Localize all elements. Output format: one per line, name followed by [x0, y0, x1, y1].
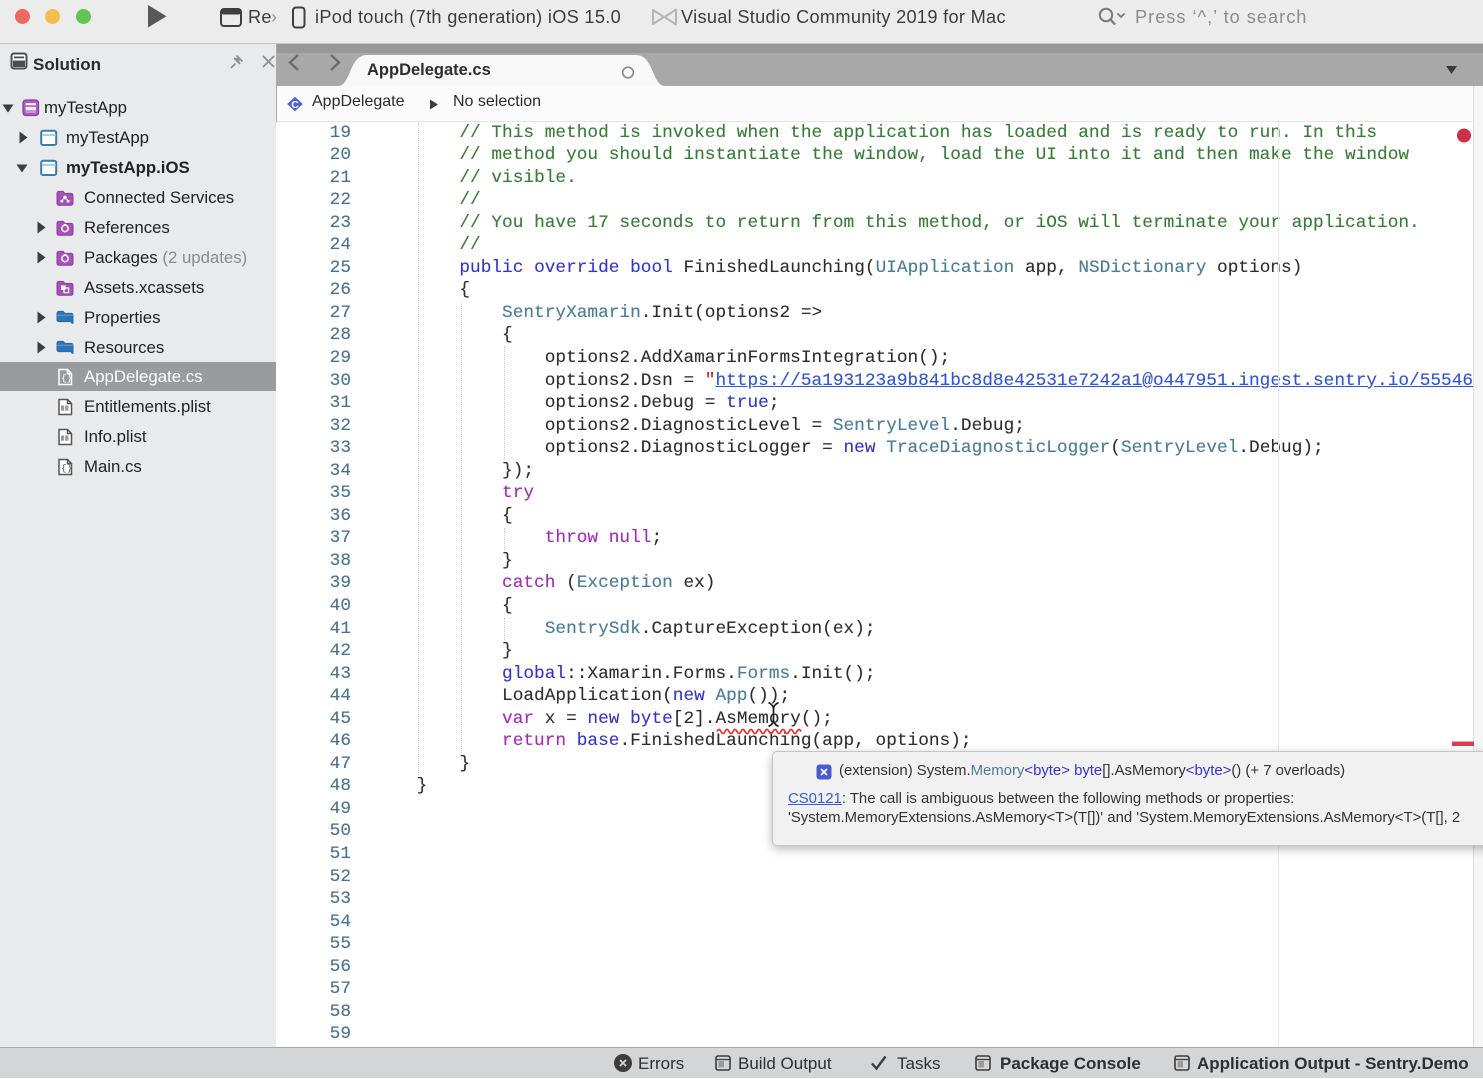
svg-text:{}: {} — [61, 373, 72, 384]
svg-text:{}: {} — [61, 463, 72, 474]
svg-text:C: C — [291, 99, 299, 111]
